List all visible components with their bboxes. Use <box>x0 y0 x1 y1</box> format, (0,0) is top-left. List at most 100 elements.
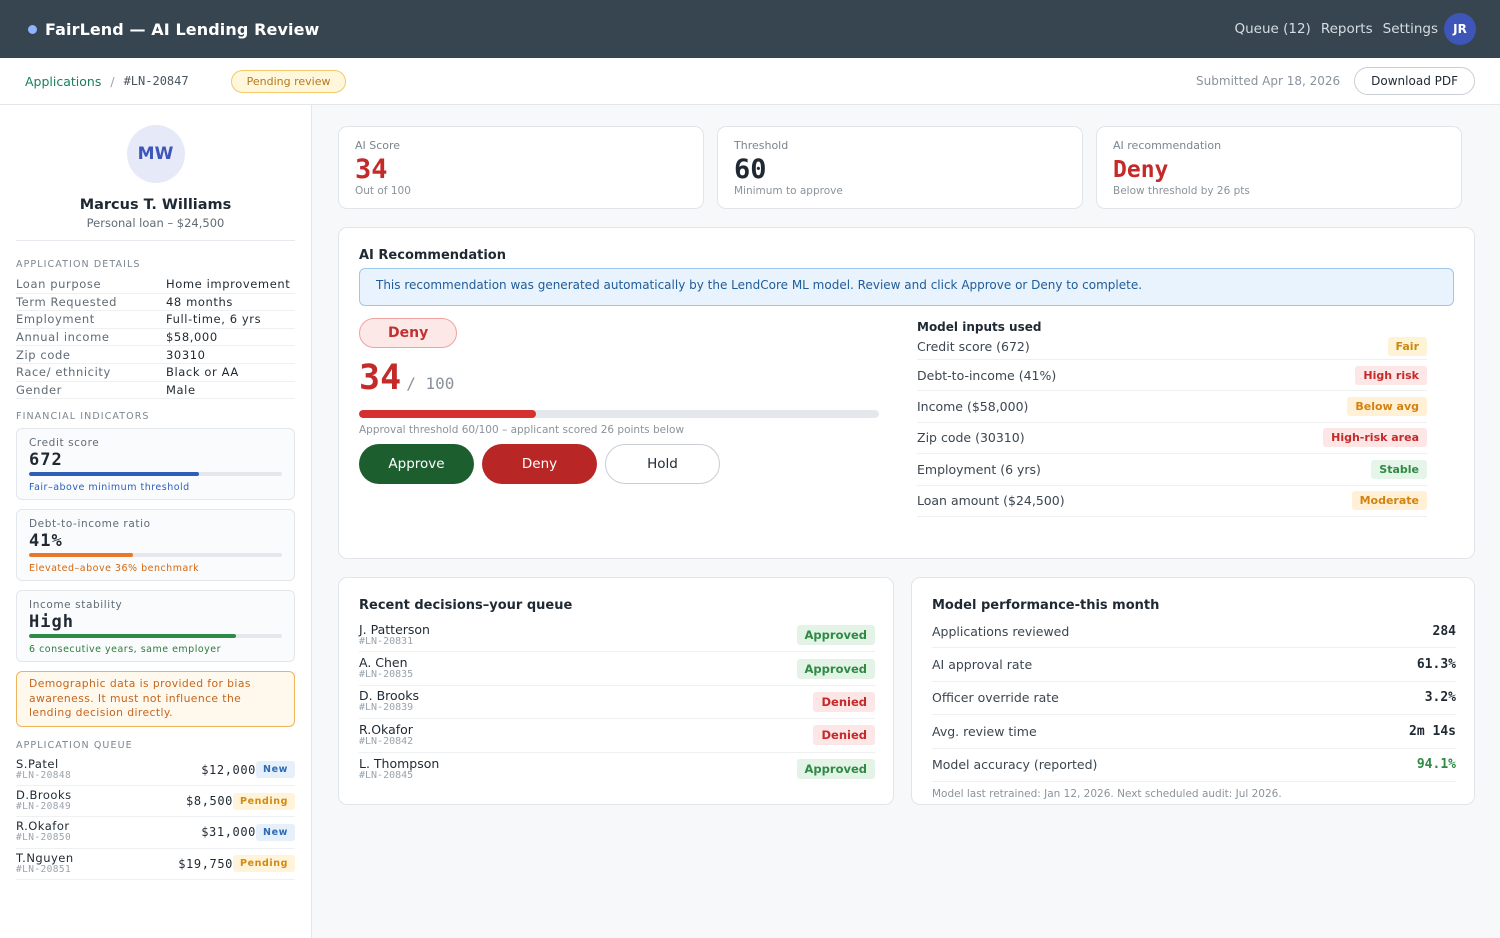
detail-label: Race/ ethnicity <box>16 365 111 380</box>
model-input-tag: Moderate <box>1351 491 1427 511</box>
approve-button[interactable]: Approve <box>359 444 474 484</box>
queue-status-badge: Pending <box>233 855 295 873</box>
applicant-avatar: MW <box>126 125 185 183</box>
performance-label: Avg. review time <box>932 723 1037 739</box>
score-denominator: / 100 <box>406 374 455 393</box>
queue-name: T.Nguyen <box>16 850 74 865</box>
queue-item[interactable]: D.Brooks #LN-20849 $8,500 Pending <box>16 786 295 818</box>
model-input-row: Zip code (30310) High-risk area <box>917 423 1427 455</box>
indicator-label: Debt-to-income ratio <box>29 518 151 531</box>
decision-name: L. Thompson <box>359 755 440 771</box>
nav-queue[interactable]: Queue (12) <box>1234 21 1310 37</box>
detail-value: $58,000 <box>166 330 218 345</box>
model-input-row: Income ($58,000) Below avg <box>917 391 1427 423</box>
score-bar-fill <box>359 410 536 418</box>
performance-label: Model accuracy (reported) <box>932 757 1098 773</box>
detail-label: Gender <box>16 382 62 397</box>
model-input-label: Employment (6 yrs) <box>917 461 1041 477</box>
decision-name: A. Chen <box>359 655 408 671</box>
decision-id: #LN-20842 <box>359 735 414 747</box>
decision-id: #LN-20839 <box>359 702 414 714</box>
stat-value: 60 <box>734 154 767 185</box>
details-list: Loan purpose Home improvement Term Reques… <box>16 276 295 400</box>
model-input-label: Debt-to-income (41%) <box>917 367 1057 383</box>
queue-item[interactable]: R.Okafor #LN-20850 $31,000 New <box>16 817 295 849</box>
queue-status-badge: Pending <box>233 792 295 810</box>
detail-label: Loan purpose <box>16 277 102 292</box>
indicator-bar <box>29 634 282 639</box>
queue-item[interactable]: S.Patel #LN-20848 $12,000 New <box>16 755 295 786</box>
stat-value: Deny <box>1113 157 1169 183</box>
decision-name: R.Okafor <box>359 721 413 737</box>
model-input-tag: Fair <box>1387 337 1427 356</box>
queue-name: D.Brooks <box>16 788 72 803</box>
nav-settings[interactable]: Settings <box>1383 21 1438 37</box>
performance-value: 61.3% <box>1416 657 1456 673</box>
decision-row[interactable]: J. Patterson #LN-20831 Approved <box>359 619 875 653</box>
indicator-income-stability: Income stability High 6 consecutive year… <box>16 590 295 663</box>
detail-value: Home improvement <box>166 277 291 292</box>
decision-status-badge: Denied <box>813 691 875 712</box>
recommendation-pill: Deny <box>359 318 458 348</box>
performance-title: Model performance-this month <box>932 598 1160 613</box>
detail-row: Race/ ethnicity Black or AA <box>16 364 295 382</box>
model-input-row: Loan amount ($24,500) Moderate <box>917 486 1427 517</box>
detail-value: Full-time, 6 yrs <box>166 312 262 327</box>
queue-item[interactable]: T.Nguyen #LN-20851 $19,750 Pending <box>16 849 295 880</box>
applicant-name: Marcus T. Williams <box>79 197 232 213</box>
decision-row[interactable]: R.Okafor #LN-20842 Denied <box>359 719 875 753</box>
download-pdf-button[interactable]: Download PDF <box>1354 67 1475 95</box>
performance-row: AI approval rate 61.3% <box>932 648 1456 682</box>
queue-name: R.Okafor <box>16 819 70 834</box>
stat-card-threshold: Threshold 60 Minimum to approve <box>717 126 1083 209</box>
detail-label: Employment <box>16 312 95 327</box>
detail-row: Annual income $58,000 <box>16 329 295 347</box>
big-score: 34 <box>359 358 402 398</box>
queue-amount: $12,000 <box>201 762 257 777</box>
stat-label: AI Score <box>355 139 401 152</box>
queue-amount: $8,500 <box>186 794 233 809</box>
model-inputs-title: Model inputs used <box>917 320 1042 334</box>
indicator-bar <box>29 472 282 477</box>
user-avatar[interactable]: JR <box>1444 13 1476 45</box>
indicator-note: Fair–above minimum threshold <box>29 482 190 494</box>
brand-dot-icon <box>28 24 37 34</box>
decision-row[interactable]: L. Thompson #LN-20845 Approved <box>359 753 875 786</box>
indicator-bar-fill <box>29 634 237 639</box>
breadcrumb-applications-link[interactable]: Applications <box>25 74 101 89</box>
indicator-bar-fill <box>29 553 133 558</box>
indicator-label: Credit score <box>29 437 100 450</box>
indicator-value: 41% <box>29 531 63 552</box>
model-input-tag: Below avg <box>1347 397 1427 417</box>
performance-value: 2m 14s <box>1409 723 1456 739</box>
status-badge: Pending review <box>230 69 347 93</box>
ai-recommendation-card: AI Recommendation This recommendation wa… <box>338 227 1475 559</box>
applicant-profile: MW Marcus T. Williams Personal loan – $2… <box>16 125 295 241</box>
indicator-value: 672 <box>29 450 63 471</box>
model-input-row: Debt-to-income (41%) High risk <box>917 360 1427 392</box>
detail-row: Gender Male <box>16 382 295 400</box>
queue-status-badge: New <box>256 823 295 841</box>
indicator-dti: Debt-to-income ratio 41% Elevated–above … <box>16 509 295 582</box>
detail-value: 30310 <box>166 347 206 362</box>
decision-id: #LN-20845 <box>359 769 414 781</box>
queue-id: #LN-20850 <box>16 832 72 844</box>
detail-value: 48 months <box>166 294 234 309</box>
model-performance-card: Model performance-this month Application… <box>911 577 1475 805</box>
deny-button[interactable]: Deny <box>482 444 597 484</box>
decision-row[interactable]: D. Brooks #LN-20839 Denied <box>359 686 875 720</box>
nav-reports[interactable]: Reports <box>1321 21 1373 37</box>
detail-label: Annual income <box>16 330 110 345</box>
performance-value: 3.2% <box>1424 690 1456 706</box>
stat-card-recommendation: AI recommendation Deny Below threshold b… <box>1096 126 1462 209</box>
performance-label: Applications reviewed <box>932 623 1070 639</box>
top-nav: Queue (12) Reports Settings JR <box>1224 13 1476 45</box>
model-input-label: Zip code (30310) <box>917 430 1025 446</box>
breadcrumb-app-id: #LN-20847 <box>123 74 189 88</box>
hold-button[interactable]: Hold <box>605 444 720 484</box>
info-banner: This recommendation was generated automa… <box>359 268 1454 306</box>
indicator-value: High <box>29 612 74 633</box>
decision-row[interactable]: A. Chen #LN-20835 Approved <box>359 652 875 686</box>
indicator-note: 6 consecutive years, same employer <box>29 644 222 656</box>
decision-id: #LN-20835 <box>359 669 414 681</box>
